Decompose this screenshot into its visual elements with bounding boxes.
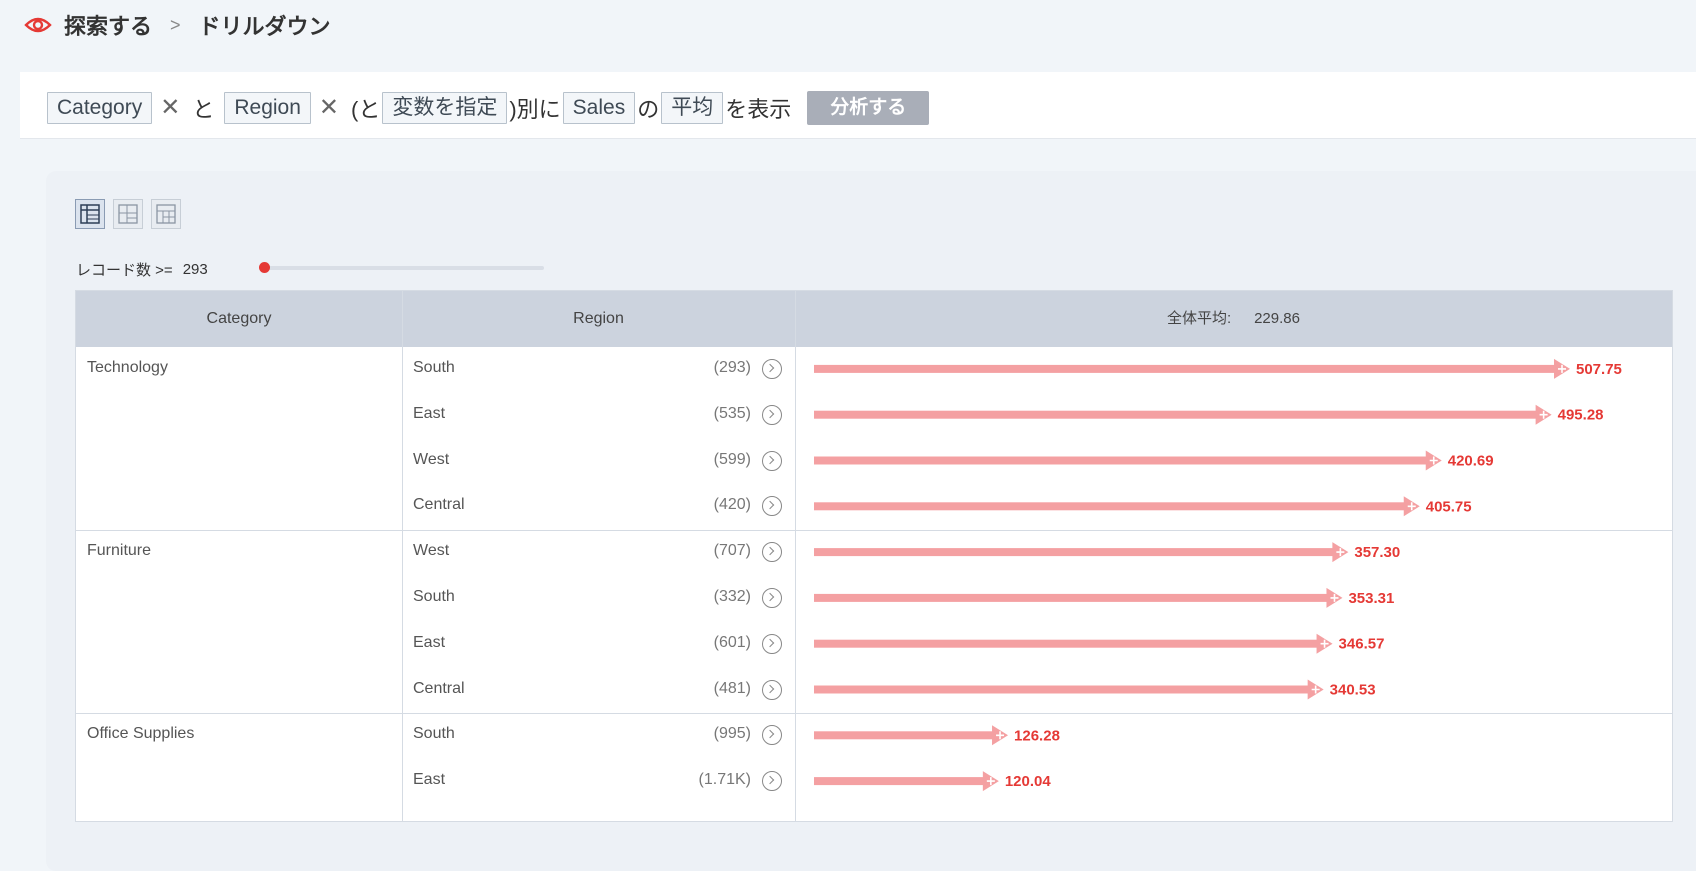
value-bar [814, 410, 1544, 419]
eye-icon [24, 17, 52, 33]
value-bar [814, 593, 1335, 602]
breadcrumb: 探索する > ドリルダウン [24, 10, 331, 40]
measure-select[interactable]: Sales [562, 92, 636, 124]
pivot-view-icon[interactable] [113, 199, 143, 229]
query-builder: Category ✕ と Region ✕ (と 変数を指定 )別に Sales… [47, 91, 930, 125]
bar-value-label: 353.31 [1348, 590, 1394, 607]
value-bar [814, 639, 1325, 648]
table-view-icon[interactable] [75, 199, 105, 229]
by-text: )別に [509, 97, 561, 122]
suffix-text: を表示 [725, 97, 792, 122]
bar-chart: 507.75 495.28 420.69 405.75 357.30 353.31 346.… [814, 358, 1622, 792]
value-bar [814, 685, 1316, 694]
breadcrumb-explore[interactable]: 探索する [64, 9, 152, 41]
value-bar [814, 548, 1341, 557]
remove-dimension-1-icon[interactable]: ✕ [160, 96, 180, 120]
conjunction-text: と [192, 97, 215, 122]
record-count-filter: レコード数 >= 293 [76, 258, 208, 280]
variable-select[interactable]: 変数を指定 [382, 92, 508, 124]
slider-handle[interactable] [259, 262, 270, 273]
remove-dimension-2-icon[interactable]: ✕ [319, 96, 339, 120]
bar-value-label: 120.04 [1005, 773, 1052, 790]
drilldown-table: Category Region 全体平均: 229.86 Technology S… [75, 290, 1673, 822]
analyze-button[interactable]: 分析する [807, 91, 930, 125]
bar-value-label: 420.69 [1448, 453, 1494, 470]
view-mode-toolbar [75, 199, 181, 229]
value-bar [814, 731, 1001, 740]
aggregation-select[interactable]: 平均 [661, 92, 724, 124]
bar-value-label: 495.28 [1558, 407, 1604, 424]
dimension-chip-2[interactable]: Region [224, 92, 311, 124]
query-panel: Category ✕ と Region ✕ (と 変数を指定 )別に Sales… [20, 72, 1696, 139]
value-bar [814, 456, 1434, 465]
bar-value-label: 126.28 [1014, 727, 1060, 744]
bar-value-label: 340.53 [1330, 682, 1376, 699]
record-count-value: 293 [182, 260, 208, 278]
value-bar [814, 364, 1562, 373]
record-count-slider[interactable] [259, 262, 544, 273]
bar-value-label: 357.30 [1354, 544, 1400, 561]
value-bar [814, 502, 1412, 511]
bar-value-label: 346.57 [1339, 636, 1385, 653]
breadcrumb-drilldown: ドリルダウン [198, 14, 331, 39]
particle-text: の [637, 97, 660, 122]
dimension-chip-1[interactable]: Category [47, 92, 153, 124]
open-paren-text: (と [351, 97, 381, 122]
bar-value-label: 507.75 [1576, 361, 1622, 378]
record-count-label: レコード数 >= [76, 261, 173, 279]
bar-value-label: 405.75 [1426, 498, 1472, 515]
breadcrumb-separator: > [170, 14, 181, 35]
value-bar [814, 777, 991, 786]
matrix-view-icon[interactable] [151, 199, 181, 229]
